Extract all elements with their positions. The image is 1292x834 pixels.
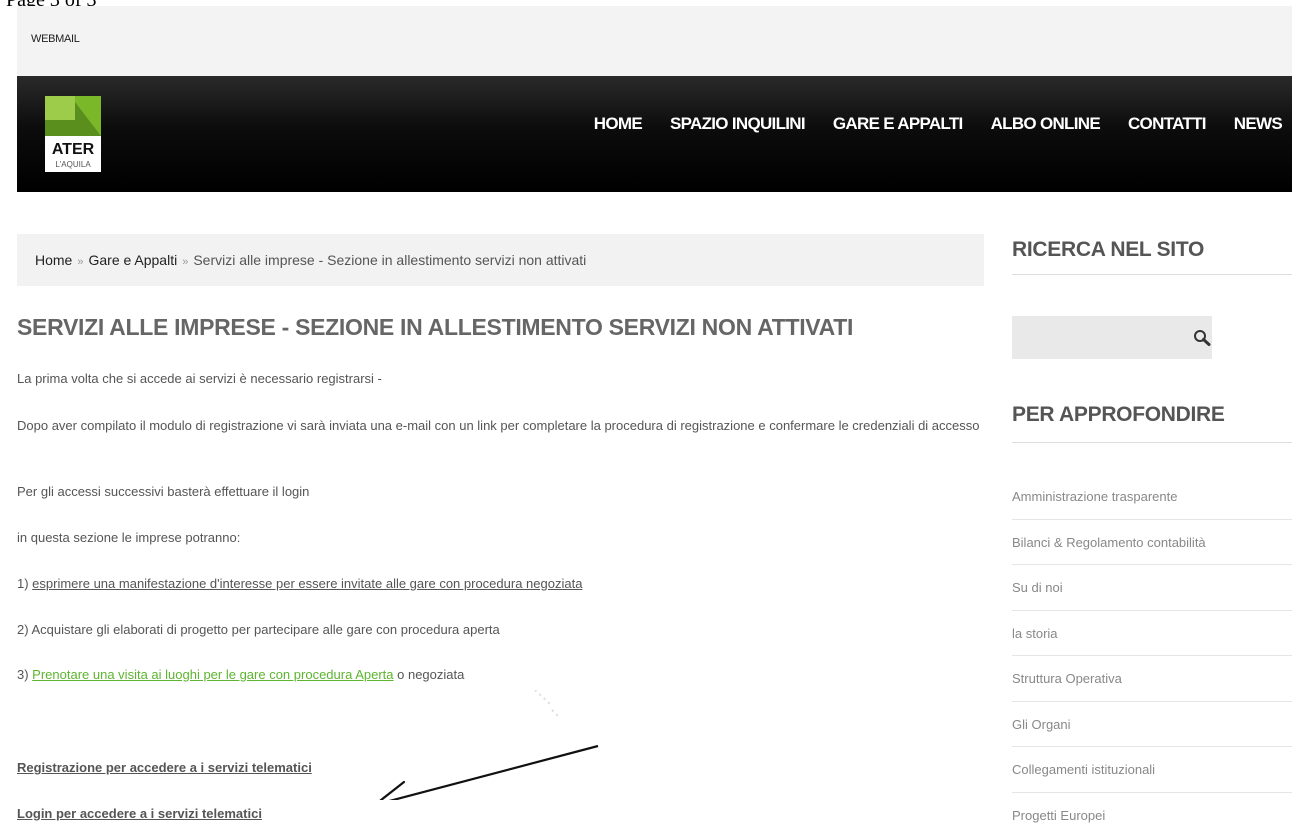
annotation-arrow — [379, 690, 599, 800]
list-item-3-suffix: o negoziata — [393, 667, 465, 682]
list-item-2: 2) Acquistare gli elaborati di progetto … — [17, 622, 500, 637]
search-box — [1012, 316, 1212, 359]
main-navbar: ATER L'AQUILA HOME SPAZIO INQUILINI GARE… — [17, 76, 1292, 192]
top-bar: WEBMAIL — [17, 6, 1292, 76]
nav-news[interactable]: NEWS — [1234, 114, 1283, 134]
sidebar-item-struttura-operativa[interactable]: Struttura Operativa — [1012, 656, 1292, 702]
registration-paragraph: Dopo aver compilato il modulo di registr… — [17, 418, 980, 433]
svg-text:ATER: ATER — [52, 141, 95, 158]
breadcrumb-current: Servizi alle imprese - Sezione in allest… — [193, 252, 587, 268]
search-input[interactable] — [1012, 316, 1182, 359]
breadcrumb-gare-e-appalti[interactable]: Gare e Appalti — [88, 252, 177, 268]
sidebar-item-progetti-europei[interactable]: Progetti Europei — [1012, 793, 1292, 834]
sidebar-item-bilanci[interactable]: Bilanci & Regolamento contabilità — [1012, 520, 1292, 565]
section-intro-paragraph: in questa sezione le imprese potranno: — [17, 530, 241, 545]
approfondire-heading-divider — [1012, 442, 1292, 443]
nav-albo-online[interactable]: ALBO ONLINE — [991, 114, 1101, 134]
login-paragraph: Per gli accessi successivi basterà effet… — [17, 484, 310, 499]
register-link[interactable]: Registrazione per accedere a i servizi t… — [17, 760, 312, 775]
sidebar-item-gli-organi[interactable]: Gli Organi — [1012, 702, 1292, 747]
intro-paragraph: La prima volta che si accede ai servizi … — [17, 371, 382, 386]
login-link[interactable]: Login per accedere a i servizi telematic… — [17, 806, 262, 821]
search-heading-divider — [1012, 274, 1292, 275]
approfondire-heading: PER APPROFONDIRE — [1012, 403, 1225, 426]
search-heading: RICERCA NEL SITO — [1012, 238, 1205, 261]
list-item-1: 1) esprimere una manifestazione d'intere… — [17, 574, 992, 594]
page-title: SERVIZI ALLE IMPRESE - SEZIONE IN ALLEST… — [17, 314, 854, 340]
list-item-3: 3) Prenotare una visita ai luoghi per le… — [17, 665, 992, 685]
breadcrumb: Home » Gare e Appalti » Servizi alle imprese… — [17, 234, 984, 286]
breadcrumb-separator: » — [77, 256, 84, 268]
main-nav: HOME SPAZIO INQUILINI GARE E APPALTI ALB… — [566, 114, 1283, 134]
breadcrumb-separator: » — [182, 256, 189, 268]
approfondire-list: Amministrazione trasparente Bilanci & Re… — [1012, 474, 1292, 834]
nav-spazio-inquilini[interactable]: SPAZIO INQUILINI — [670, 114, 806, 134]
list-item-1-prefix: 1) — [17, 576, 33, 591]
webmail-link[interactable]: WEBMAIL — [31, 33, 80, 45]
search-icon[interactable] — [1193, 329, 1211, 347]
nav-gare-e-appalti[interactable]: GARE E APPALTI — [833, 114, 963, 134]
breadcrumb-home[interactable]: Home — [35, 252, 72, 268]
sidebar-item-la-storia[interactable]: la storia — [1012, 611, 1292, 656]
list-item-3-prefix: 3) — [17, 667, 33, 682]
sidebar-item-su-di-noi[interactable]: Su di noi — [1012, 565, 1292, 611]
nav-contatti[interactable]: CONTATTI — [1128, 114, 1207, 134]
sidebar-item-collegamenti-istituzionali[interactable]: Collegamenti istituzionali — [1012, 747, 1292, 793]
manifestazione-interesse-link[interactable]: esprimere una manifestazione d'interesse… — [32, 576, 582, 591]
sidebar-item-amministrazione-trasparente[interactable]: Amministrazione trasparente — [1012, 474, 1292, 520]
svg-text:L'AQUILA: L'AQUILA — [55, 160, 91, 169]
nav-home[interactable]: HOME — [594, 114, 643, 134]
ater-logo[interactable]: ATER L'AQUILA — [45, 96, 101, 172]
prenotare-visita-link[interactable]: Prenotare una visita ai luoghi per le ga… — [32, 667, 393, 682]
